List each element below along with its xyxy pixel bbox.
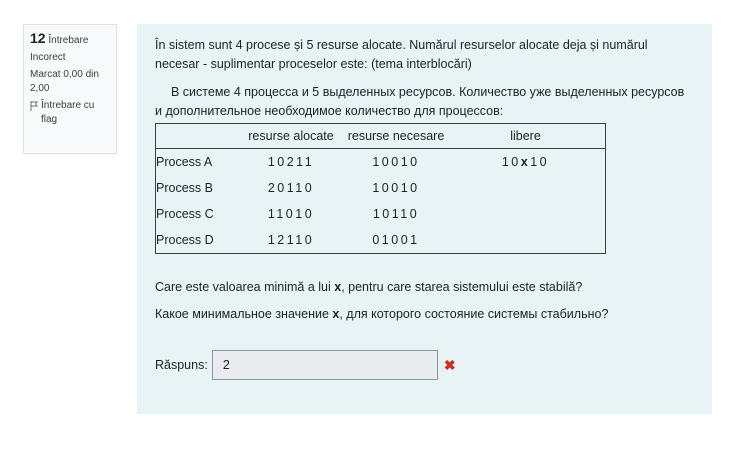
question-content: În sistem sunt 4 procese și 5 resurse al… xyxy=(137,24,712,414)
table-header: resurse necesare xyxy=(346,123,446,149)
table-header xyxy=(155,123,236,149)
question-text-ro: În sistem sunt 4 procese și 5 resurse al… xyxy=(155,38,648,71)
question-text-ru: В системе 4 процесса и 5 выделенных ресу… xyxy=(155,85,685,118)
needed-cell: 10110 xyxy=(372,206,420,221)
flag-question-link[interactable]: Întrebare cu flag xyxy=(30,99,110,127)
allocated-cell: 10211 xyxy=(267,154,315,169)
allocated-cell: 12110 xyxy=(267,232,315,247)
question-state: Incorect xyxy=(30,52,66,63)
free-cell: 10x10 xyxy=(501,154,550,169)
answer-input[interactable] xyxy=(211,350,438,380)
answer-row: Răspuns: ✖ xyxy=(155,350,694,380)
allocated-cell: 11010 xyxy=(267,206,315,221)
question-info-panel: 12 Întrebare Incorect Marcat 0,00 din 2,… xyxy=(23,24,117,154)
table-header-row: resurse alocate resurse necesare libere xyxy=(155,123,606,149)
process-name: Process B xyxy=(156,180,213,195)
table-row: Process B 20110 10010 xyxy=(156,175,606,201)
answer-label: Răspuns: xyxy=(155,357,208,372)
needed-cell: 10010 xyxy=(372,154,420,169)
question-grade: Marcat 0,00 din 2,00 xyxy=(30,69,99,94)
question-number: 12 Întrebare xyxy=(30,30,89,46)
free-cell xyxy=(446,201,606,227)
table-row: Process A 10211 10010 10x10 xyxy=(156,149,606,176)
question-ask-ro: Care este valoarea minimă a lui x, pentr… xyxy=(155,280,583,294)
flag-question-label: Întrebare cu flag xyxy=(41,100,95,125)
allocated-cell: 20110 xyxy=(267,180,315,195)
resources-table: resurse alocate resurse necesare libere … xyxy=(155,123,606,254)
process-name: Process A xyxy=(156,154,213,169)
question-ask-ru: Какое минимальное значение x, для которо… xyxy=(155,307,609,321)
table-row: Process D 12110 01001 xyxy=(156,227,606,254)
variable-x: x xyxy=(520,154,531,169)
table-row: Process C 11010 10110 xyxy=(156,201,606,227)
needed-cell: 10010 xyxy=(372,180,420,195)
free-cell xyxy=(446,175,606,201)
free-cell xyxy=(446,227,606,254)
process-name: Process C xyxy=(156,206,214,221)
needed-cell: 01001 xyxy=(372,232,420,247)
flag-icon xyxy=(30,101,38,111)
incorrect-x-icon: ✖ xyxy=(443,356,456,373)
table-header: resurse alocate xyxy=(236,123,346,149)
process-name: Process D xyxy=(156,232,214,247)
table-header: libere xyxy=(446,123,606,149)
